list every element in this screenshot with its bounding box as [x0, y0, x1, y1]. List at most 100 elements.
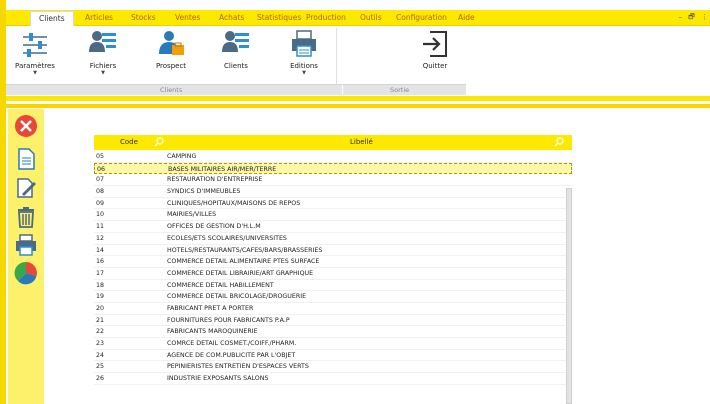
cell-libelle: COMMERCE DETAIL LIBRAIRIE/ART GRAPHIQUE — [167, 269, 314, 277]
search-icon[interactable] — [154, 137, 164, 147]
tab-aide[interactable]: Aide — [458, 13, 475, 22]
delete-icon[interactable] — [14, 114, 38, 138]
cell-code: 12 — [96, 234, 105, 242]
cell-code: 22 — [96, 328, 105, 336]
table-row[interactable]: 21 FOURNITURES POUR FABRICANTS P.A.P — [94, 315, 572, 327]
vertical-scrollbar[interactable] — [566, 188, 572, 404]
parametres-button[interactable]: Paramètres ▼ — [8, 28, 62, 77]
tab-production[interactable]: Production — [306, 13, 346, 22]
prospect-button[interactable]: Prospect — [144, 28, 198, 70]
cell-libelle: CAMPING — [167, 153, 197, 160]
cell-libelle: COMRCE DETAIL COSMET./COIFF./PHARM. — [167, 340, 297, 347]
clients-label: Clients — [224, 62, 248, 70]
window-controls: – 🗗 ⋮ — [674, 13, 708, 24]
fichiers-label: Fichiers — [89, 62, 117, 70]
table-row-selected[interactable]: 06 BASES MILITAIRES AIR/MER/TERRE — [94, 162, 572, 175]
cell-code: 23 — [96, 340, 105, 347]
group-label-clients: Clients — [160, 86, 183, 94]
cell-code: 18 — [96, 281, 105, 289]
cell-code: 10 — [96, 211, 105, 219]
cell-code: 06 — [97, 165, 106, 173]
document-icon[interactable] — [14, 147, 38, 171]
dropdown-arrow-icon: ▼ — [302, 70, 306, 76]
table-row[interactable]: 25 PEPINIERISTES ENTRETIEN D'ESPACES VERT… — [94, 361, 572, 374]
cell-code: 09 — [96, 199, 105, 207]
cell-libelle: RESTAURATION D'ENTREPRISE — [167, 176, 263, 184]
tab-statistiques[interactable]: Statistiques — [257, 13, 301, 22]
editions-label: Editions — [290, 62, 318, 70]
table-row[interactable]: 11 OFFICES DE GESTION D'H.L.M — [94, 221, 572, 233]
restore-button[interactable]: 🗗 — [688, 13, 695, 21]
ribbon-group-separator — [336, 28, 337, 84]
cell-libelle: FABRICANTS MAROQUINERIE — [167, 328, 258, 336]
cell-libelle: COMMERCE DETAIL BRICOLAGE/DROGUERIE — [167, 293, 307, 301]
table-row[interactable]: 20 FABRICANT PRET A PORTER — [94, 303, 572, 315]
tab-stocks[interactable]: Stocks — [131, 13, 156, 22]
cell-code: 17 — [96, 269, 105, 277]
grid-header: Code Libellé — [94, 135, 572, 150]
clients-button[interactable]: Clients — [209, 28, 263, 70]
table-row[interactable]: 26 INDUSTRIE EXPOSANTS SALONS — [94, 373, 572, 385]
table-row[interactable]: 18 COMMERCE DETAIL HABILLEMENT — [94, 280, 572, 292]
table-row[interactable]: 08 SYNDICS D'IMMEUBLES — [94, 186, 572, 198]
menu-tab-bar: Clients Articles Stocks Ventes Achats St… — [6, 10, 710, 26]
exit-icon — [423, 31, 447, 57]
cell-code: 21 — [96, 316, 105, 324]
table-row[interactable]: 23 COMRCE DETAIL COSMET./COIFF./PHARM. — [94, 338, 572, 350]
prospect-icon — [159, 31, 184, 55]
side-toolbar — [8, 109, 44, 404]
table-row[interactable]: 07 RESTAURATION D'ENTREPRISE — [94, 174, 572, 187]
column-header-code[interactable]: Code — [120, 138, 138, 146]
table-row[interactable]: 10 MAIRIES/VILLES — [94, 209, 572, 222]
cell-libelle: FOURNITURES POUR FABRICANTS P.A.P — [167, 316, 290, 324]
cell-libelle: CLINIQUES/HOPITAUX/MAISONS DE REPOS — [167, 199, 301, 207]
table-row[interactable]: 19 COMMERCE DETAIL BRICOLAGE/DROGUERIE — [94, 291, 572, 303]
quitter-label: Quitter — [422, 62, 448, 70]
column-header-libelle[interactable]: Libellé — [350, 138, 373, 146]
cell-code: 25 — [96, 363, 105, 371]
tab-articles[interactable]: Articles — [85, 13, 113, 22]
minimize-button[interactable]: – — [678, 13, 682, 21]
cell-code: 14 — [96, 246, 105, 254]
table-row[interactable]: 17 COMMERCE DETAIL LIBRAIRIE/ART GRAPHIQU… — [94, 268, 572, 280]
table-row[interactable]: 24 AGENCE DE COM.PUBLICITE PAR L'OBJET — [94, 350, 572, 362]
quitter-button[interactable]: Quitter — [408, 28, 462, 70]
users-list-icon — [89, 31, 116, 52]
data-grid: Code Libellé 05 CAMPING 06 BASES MILITAIRE… — [94, 135, 572, 404]
cell-code: 05 — [96, 153, 105, 160]
edit-icon[interactable] — [14, 176, 38, 200]
tab-outils[interactable]: Outils — [360, 13, 382, 22]
cell-libelle: PEPINIERISTES ENTRETIEN D'ESPACES VERTS — [167, 363, 309, 371]
parametres-label: Paramètres — [15, 62, 55, 70]
cell-libelle: AGENCE DE COM.PUBLICITE PAR L'OBJET — [167, 351, 296, 359]
cell-libelle: ECOLES/ETS SCOLAIRES/UNIVERSITES — [167, 234, 287, 242]
fichiers-button[interactable]: Fichiers ▼ — [76, 28, 130, 77]
ribbon: Paramètres ▼ Fichiers ▼ Prospect Clients… — [6, 26, 710, 84]
table-row[interactable]: 12 ECOLES/ETS SCOLAIRES/UNIVERSITES — [94, 233, 572, 245]
editions-button[interactable]: Editions ▼ — [277, 28, 331, 77]
tab-clients[interactable]: Clients — [30, 11, 74, 26]
cell-libelle: INDUSTRIE EXPOSANTS SALONS — [167, 375, 269, 383]
print-icon[interactable] — [14, 233, 38, 257]
table-row[interactable]: 16 COMMERCE DETAIL ALIMENTAIRE PTES SURFA… — [94, 256, 572, 268]
table-row[interactable]: 22 FABRICANTS MAROQUINERIE — [94, 326, 572, 338]
dropdown-arrow-icon: ▼ — [101, 70, 105, 76]
window-menu-button[interactable]: ⋮ — [701, 13, 708, 21]
printer-icon — [292, 30, 316, 57]
table-row[interactable]: 09 CLINIQUES/HOPITAUX/MAISONS DE REPOS — [94, 198, 572, 210]
search-icon[interactable] — [554, 137, 564, 147]
cell-code: 11 — [96, 223, 105, 231]
ribbon-group-labels: Clients Sortie — [6, 84, 466, 96]
trash-icon[interactable] — [14, 205, 38, 229]
cell-code: 08 — [96, 188, 105, 196]
grid-rows: 05 CAMPING 06 BASES MILITAIRES AIR/MER/TER… — [94, 151, 572, 385]
cell-libelle: COMMERCE DETAIL ALIMENTAIRE PTES SURFACE — [167, 258, 320, 266]
tab-ventes[interactable]: Ventes — [175, 13, 200, 22]
tab-configuration[interactable]: Configuration — [396, 13, 447, 22]
tab-achats[interactable]: Achats — [219, 13, 244, 22]
cell-code: 07 — [96, 176, 105, 184]
table-row[interactable]: 14 HOTELS/RESTAURANTS/CAFES/BARS/BRASSERI… — [94, 245, 572, 257]
pie-chart-icon[interactable] — [14, 261, 38, 285]
table-row[interactable]: 05 CAMPING — [94, 151, 572, 163]
cell-code: 19 — [96, 293, 105, 301]
